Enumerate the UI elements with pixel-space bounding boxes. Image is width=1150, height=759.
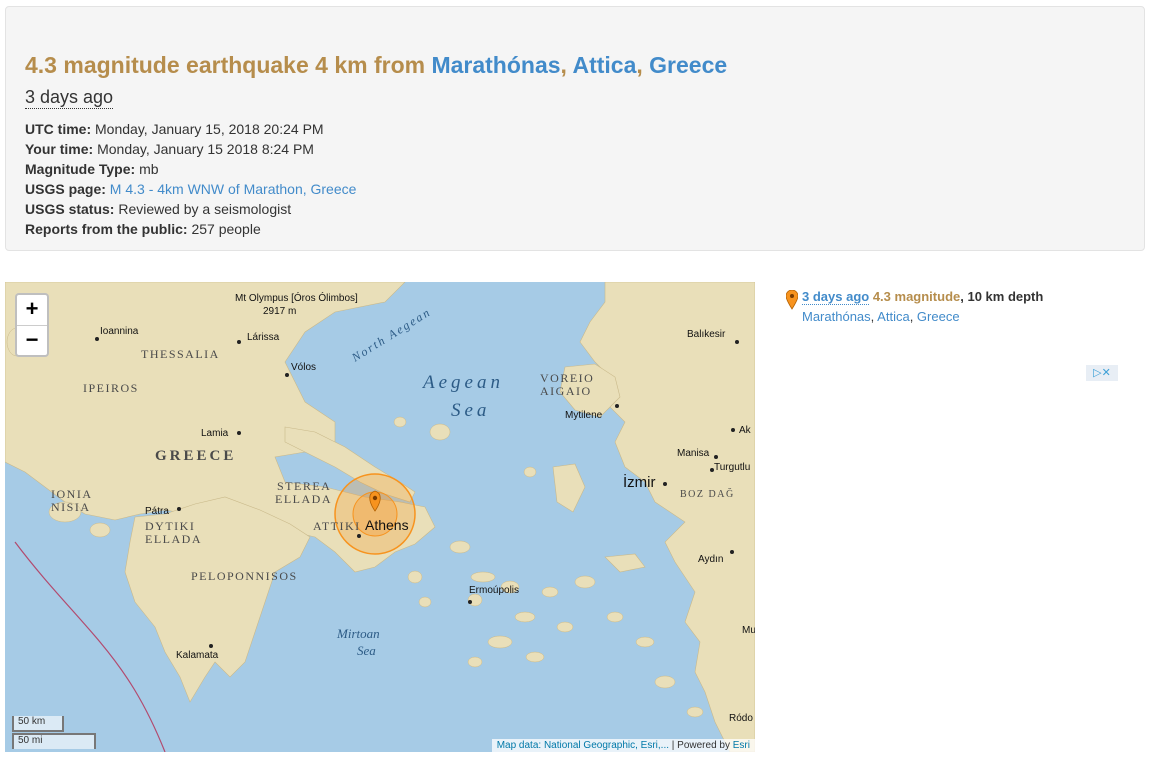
public-reports-row: Reports from the public: 257 people [25,219,356,239]
label-mirtoan: Mirtoan [336,626,380,641]
label-dytiki-ellada: ELLADA [145,532,202,546]
country-link[interactable]: Greece [649,52,727,78]
magnitude-type-label: Magnitude Type: [25,161,136,177]
title-sep1: , [560,52,573,78]
side-place-link[interactable]: Marathónas [802,309,871,324]
label-ipeiros: IPEIROS [83,381,139,395]
label-patra: Pátra [145,506,169,517]
zoom-control: + − [15,293,49,357]
map-pin-dot [372,495,378,501]
quake-info-list: UTC time: Monday, January 15, 2018 20:24… [25,119,356,239]
attribution-sep: | Powered by [669,740,733,751]
label-manisa: Manisa [677,448,710,459]
side-magnitude: 4.3 magnitude [872,289,961,304]
label-olympus-elevation: 2917 m [263,306,296,317]
esri-link[interactable]: Esri [733,740,750,751]
label-ak: Ak [739,425,752,436]
label-ionia: IONIA [51,487,93,501]
side-country-link[interactable]: Greece [917,309,960,324]
map-attribution: Map data: National Geographic, Esri,... … [491,739,755,752]
quake-marker-group[interactable] [334,473,416,555]
quake-list-text: 3 days ago 4.3 magnitude, 10 km depth Ma… [786,287,1043,327]
scale-bar-mi: 50 mi [12,733,96,749]
label-thessalia: THESSALIA [141,347,220,361]
side-sep2: , [909,309,917,324]
label-aegean-sea: Sea [451,400,490,421]
magnitude-type-value: mb [139,161,159,177]
label-nisia: NISIA [51,500,91,514]
label-lamia: Lamia [201,428,229,439]
label-mytilene: Mytilene [565,410,603,421]
usgs-status-label: USGS status: [25,201,115,217]
usgs-page-label: USGS page: [25,181,106,197]
time-ago: 3 days ago [25,87,114,109]
label-bozdag: BOZ DAĞ [680,488,735,500]
label-volos: Vólos [291,362,316,373]
label-sterea-ellada: ELLADA [275,492,332,506]
label-athens: Athens [365,517,409,533]
label-izmir: İzmir [623,473,656,491]
marker-pin-icon [786,290,798,310]
usgs-status-row: USGS status: Reviewed by a seismologist [25,199,356,219]
public-reports-value: 257 people [191,221,261,237]
label-aegean: Aegean [421,372,504,393]
side-region-link[interactable]: Attica [877,309,910,324]
label-sterea: STEREA [277,479,331,493]
attribution-link[interactable]: National Geographic, Esri,... [544,740,669,751]
label-larissa: Lárissa [247,332,280,343]
utc-time-label: UTC time: [25,121,92,137]
label-aydin: Aydın [698,554,723,565]
scale-bar-km: 50 km [12,716,64,732]
label-greece: GREECE [155,448,236,464]
label-ioannina: Ioannina [100,326,139,337]
place-link[interactable]: Marathónas [431,52,560,78]
zoom-out-button[interactable]: − [17,325,47,355]
magnitude-type-row: Magnitude Type: mb [25,159,356,179]
zoom-in-button[interactable]: + [17,295,47,325]
label-rodo: Ródo [729,713,753,724]
label-mu: Mu [742,625,755,636]
attribution-prefix[interactable]: Map data: [497,740,544,751]
quake-list-item[interactable]: 3 days ago 4.3 magnitude, 10 km depth Ma… [786,287,1043,327]
label-voreio: VOREIO [540,371,594,385]
earthquake-map[interactable]: Mt Olympus [Óros Ólimbos] 2917 m Ioannin… [5,282,755,752]
your-time-label: Your time: [25,141,94,157]
label-peloponnisos: PELOPONNISOS [191,569,298,583]
usgs-page-row: USGS page: M 4.3 - 4km WNW of Marathon, … [25,179,356,199]
earthquake-header-panel: 4.3 magnitude earthquake 4 km from Marat… [5,6,1145,251]
your-time-value: Monday, January 15 2018 8:24 PM [97,141,314,157]
your-time-row: Your time: Monday, January 15 2018 8:24 … [25,139,356,159]
label-olympus: Mt Olympus [Óros Ólimbos] [235,291,358,304]
side-depth: , 10 km depth [960,289,1044,304]
side-time-ago[interactable]: 3 days ago [802,289,870,305]
label-attiki: ATTIKI [313,519,361,533]
usgs-page-link[interactable]: M 4.3 - 4km WNW of Marathon, Greece [110,181,357,197]
map-canvas[interactable]: Mt Olympus [Óros Ólimbos] 2917 m Ioannin… [5,282,755,752]
utc-time-value: Monday, January 15, 2018 20:24 PM [95,121,324,137]
label-aigaio: AIGAIO [540,384,592,398]
page-title: 4.3 magnitude earthquake 4 km from Marat… [25,52,727,79]
region-link[interactable]: Attica [572,52,636,78]
label-ermoupolis: Ermoúpolis [469,585,519,596]
adchoices-icon[interactable]: ▷✕ [1086,365,1118,381]
label-balikesir: Balıkesir [687,329,726,340]
label-kalamata: Kalamata [176,650,219,661]
label-turgutlu: Turgutlu [714,462,750,473]
usgs-status-value: Reviewed by a seismologist [118,201,292,217]
title-prefix: 4.3 magnitude earthquake 4 km from [25,52,432,78]
label-dytiki: DYTIKI [145,519,195,533]
title-sep2: , [636,52,650,78]
label-mirtoan-sea: Sea [357,643,376,658]
public-reports-label: Reports from the public: [25,221,188,237]
utc-time-row: UTC time: Monday, January 15, 2018 20:24… [25,119,356,139]
